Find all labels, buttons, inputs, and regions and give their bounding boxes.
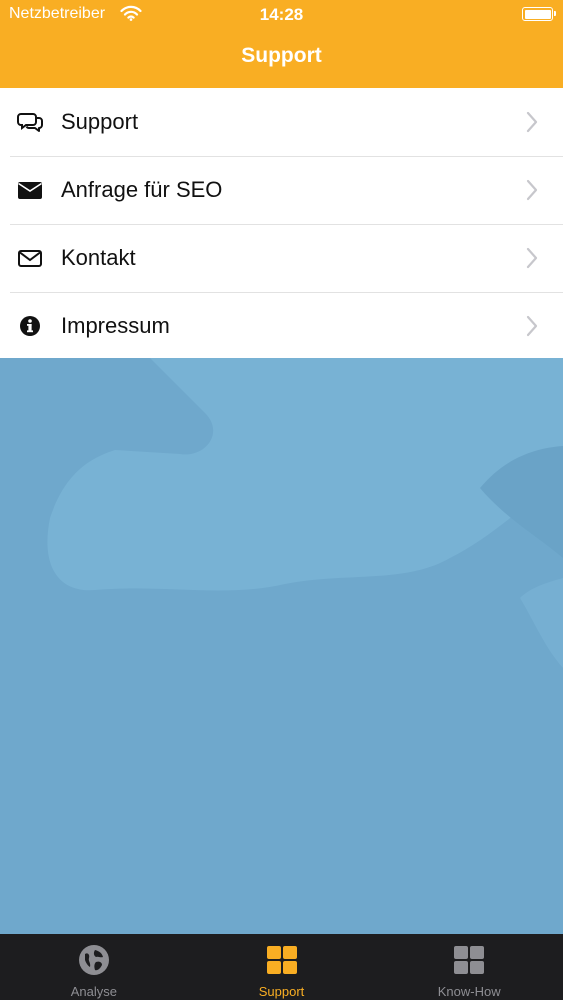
chevron-right-icon <box>526 315 538 337</box>
envelope-filled-icon <box>18 182 42 199</box>
status-bar: Netzbetreiber 14:28 <box>0 0 563 30</box>
menu-item-label: Kontakt <box>61 245 136 270</box>
battery-icon <box>522 7 556 21</box>
chevron-right-icon <box>526 111 538 133</box>
envelope-outline-icon <box>18 250 42 267</box>
tab-label: Know-How <box>437 984 501 999</box>
menu-item-contact[interactable]: Kontakt <box>0 224 563 292</box>
menu-item-label: Anfrage für SEO <box>61 177 223 202</box>
status-time: 14:28 <box>259 5 304 24</box>
chat-bubbles-icon <box>17 113 43 132</box>
tab-analyse[interactable]: Analyse <box>0 934 188 1000</box>
info-circle-icon <box>20 316 40 336</box>
tab-know-how[interactable]: Know-How <box>375 934 563 1000</box>
support-menu-list: Support Anfrage für SEO Kontakt Impressu… <box>0 88 563 358</box>
page-title: Support <box>241 44 322 67</box>
menu-item-imprint[interactable]: Impressum <box>0 292 563 360</box>
grid-icon <box>266 946 297 974</box>
menu-item-label: Impressum <box>61 313 170 338</box>
menu-item-support[interactable]: Support <box>0 88 563 156</box>
grid-icon <box>454 946 485 974</box>
chevron-right-icon <box>526 247 538 269</box>
navigation-bar: Netzbetreiber 14:28 Support <box>0 0 563 88</box>
globe-icon <box>78 945 109 975</box>
chevron-right-icon <box>526 179 538 201</box>
tab-bar: Analyse Support Know-How <box>0 934 563 1000</box>
menu-item-seo-request[interactable]: Anfrage für SEO <box>0 156 563 224</box>
menu-item-label: Support <box>61 109 139 134</box>
tab-label: Support <box>258 984 305 999</box>
background-watermark-image <box>0 358 563 934</box>
tab-label: Analyse <box>70 984 117 999</box>
tab-support[interactable]: Support <box>188 934 376 1000</box>
